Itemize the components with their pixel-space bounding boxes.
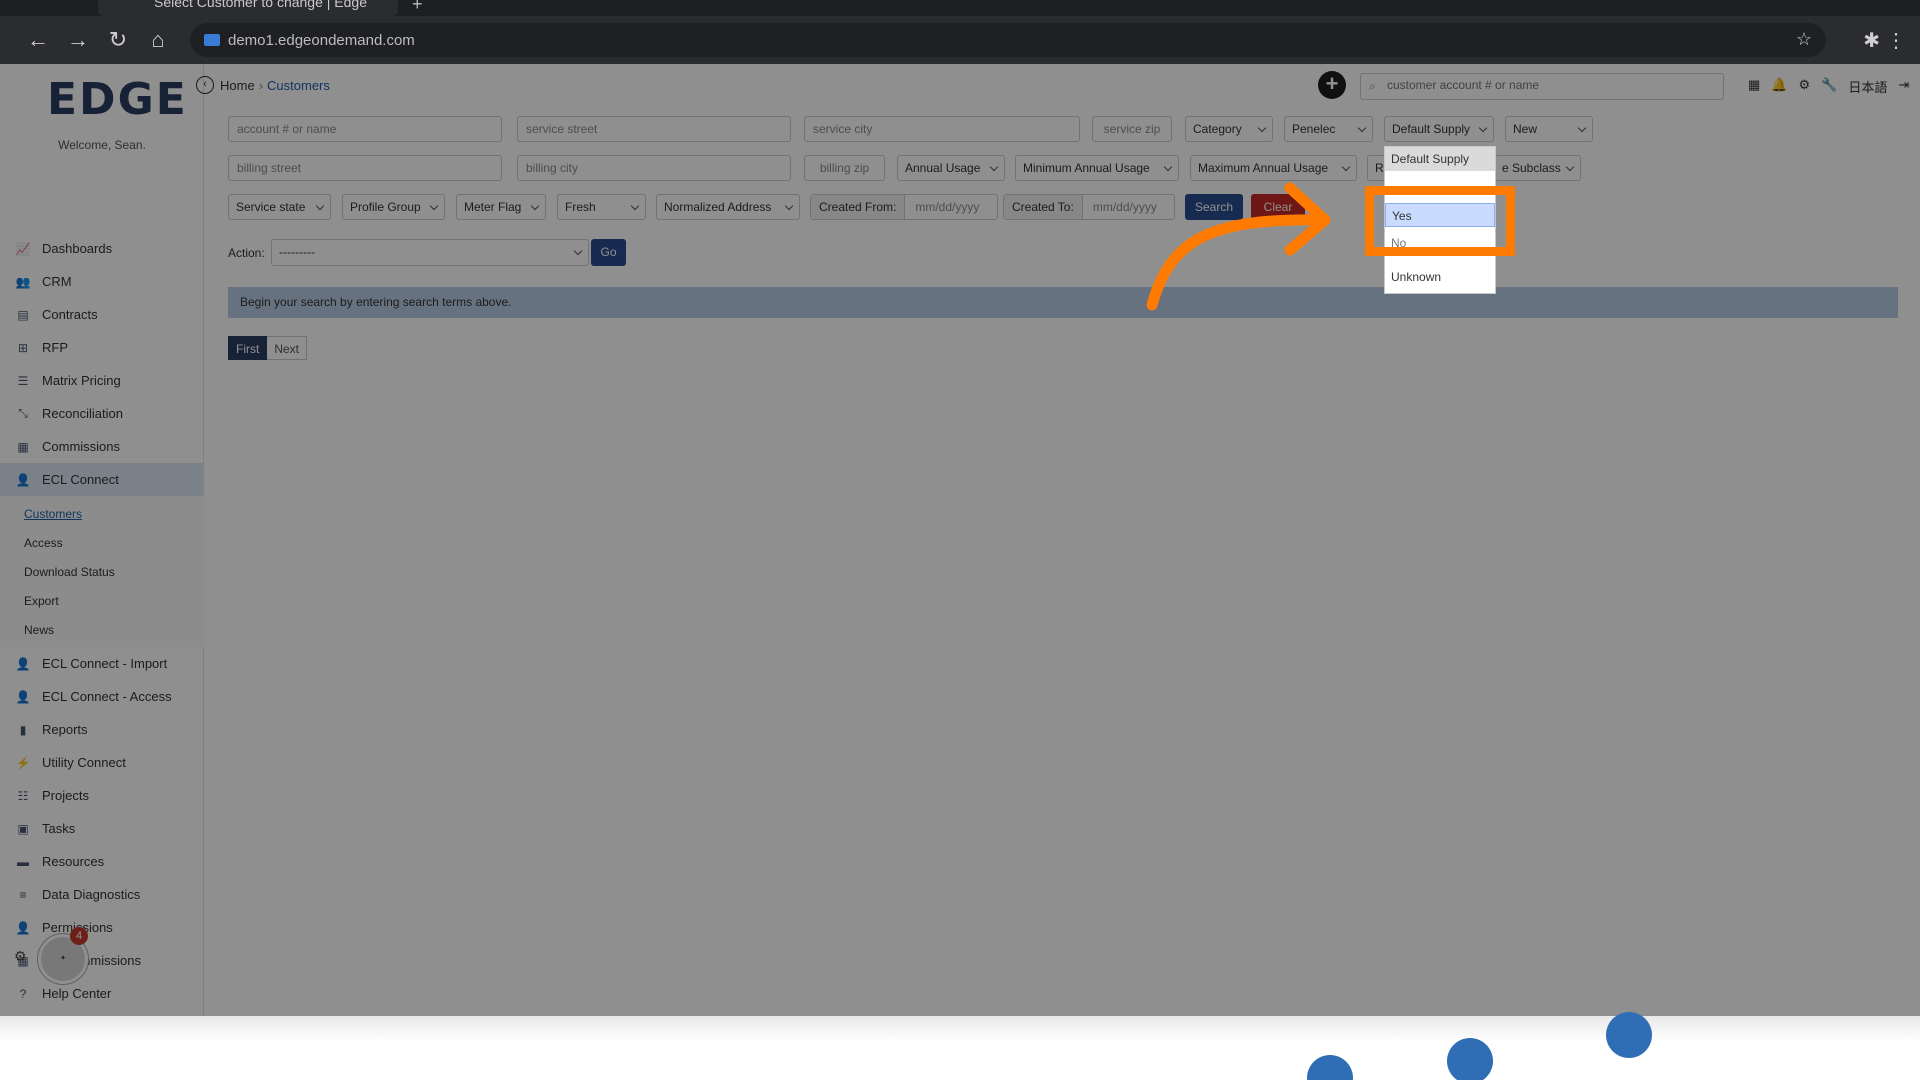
browser-menu-icon[interactable]: ⋮ [1886,28,1906,53]
home-icon[interactable]: ⌂ [144,26,172,54]
back-arrow-icon[interactable]: ← [24,26,52,54]
highlight-box [1365,186,1515,256]
decorative-dot [1606,1012,1652,1058]
forward-arrow-icon[interactable]: → [64,26,92,54]
decorative-dot [1447,1038,1493,1080]
extensions-icon[interactable]: ✱ [1863,28,1880,53]
dropdown-option-unknown[interactable]: Unknown [1385,265,1495,289]
browser-tabstrip: Select Customer to change | Edge + [0,0,1920,16]
browser-tab[interactable]: Select Customer to change | Edge [98,0,398,16]
page-footer-area [0,1012,1920,1080]
reload-icon[interactable]: ↻ [104,26,132,54]
url-text: demo1.edgeondemand.com [228,32,415,49]
tab-title: Select Customer to change | Edge [154,0,367,10]
modal-dim-overlay [0,64,1920,1016]
browser-toolbar: ← → ↻ ⌂ demo1.edgeondemand.com ☆ ✱ ⋮ [0,16,1920,64]
bookmark-star-icon[interactable]: ☆ [1796,29,1812,50]
dropdown-option-default-supply[interactable]: Default Supply [1385,147,1495,171]
new-tab-icon[interactable]: + [412,0,423,15]
decorative-dot [1307,1055,1353,1080]
address-bar[interactable]: demo1.edgeondemand.com ☆ [190,23,1826,57]
pointer-arrow-icon [1146,182,1331,311]
site-favicon-icon [204,34,220,46]
